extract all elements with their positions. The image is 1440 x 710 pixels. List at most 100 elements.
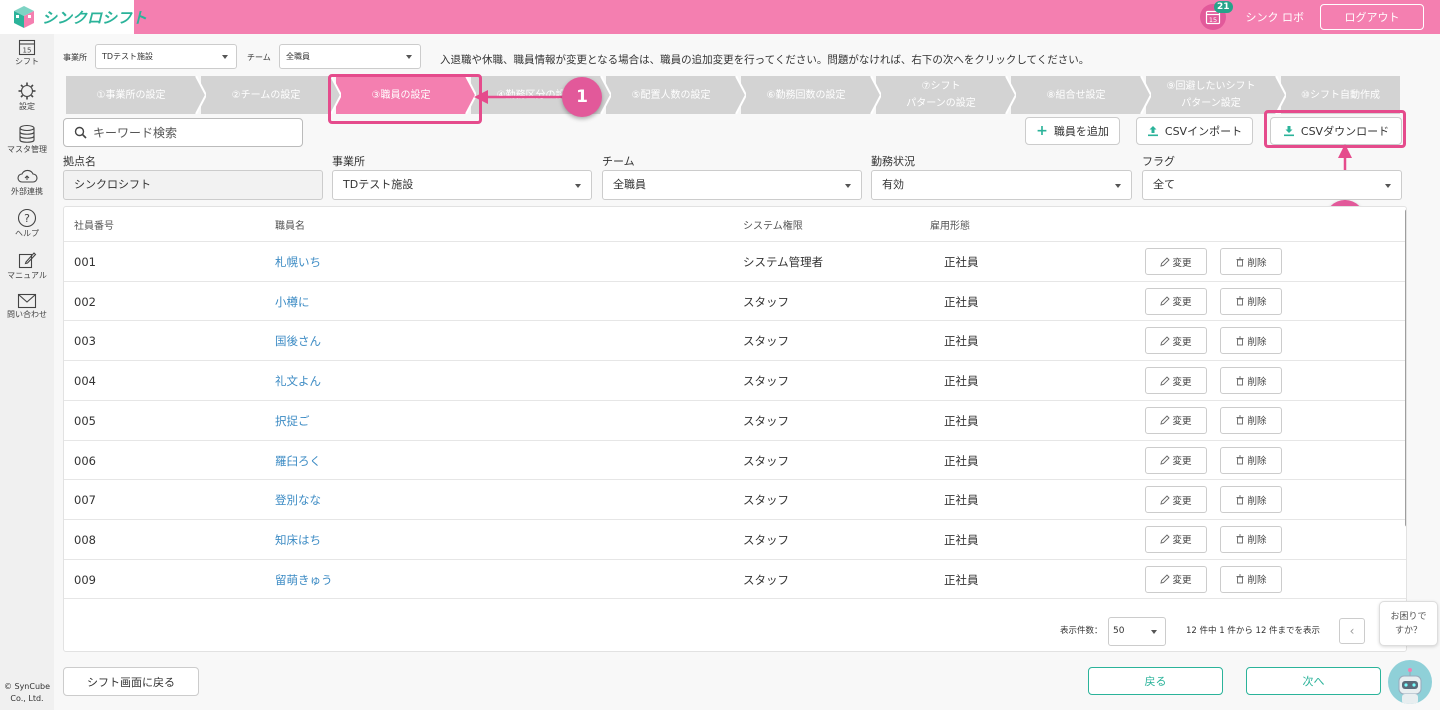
staff-name-link[interactable]: 札幌いち bbox=[275, 242, 321, 282]
step-avoid-pattern[interactable]: ⑨回避したいシフト パターン設定 bbox=[1146, 76, 1276, 114]
edit-label: 変更 bbox=[1172, 336, 1192, 348]
pencil-icon bbox=[1160, 375, 1171, 386]
edit-button[interactable]: 変更 bbox=[1145, 248, 1207, 275]
staff-id: 008 bbox=[74, 532, 96, 547]
status-filter-select[interactable]: 有効 bbox=[871, 170, 1132, 200]
step-team[interactable]: ②チームの設定 bbox=[201, 76, 331, 114]
delete-button[interactable]: 削除 bbox=[1220, 525, 1282, 553]
step-label: ⑤配置人数の設定 bbox=[631, 89, 711, 101]
staff-name-link[interactable]: 国後さん bbox=[275, 321, 321, 361]
sidebar-item-settings[interactable]: 設定 bbox=[0, 81, 54, 112]
staff-name-link[interactable]: 登別なな bbox=[275, 480, 321, 520]
delete-button[interactable]: 削除 bbox=[1220, 565, 1282, 593]
staff-employment-type: 正社員 bbox=[944, 572, 979, 587]
delete-button[interactable]: 削除 bbox=[1220, 406, 1282, 434]
sidebar-item-help[interactable]: ? ヘルプ bbox=[0, 208, 54, 239]
trash-icon bbox=[1236, 415, 1244, 425]
base-field: シンクロシフト bbox=[63, 170, 323, 200]
pager-prev-button[interactable]: ‹ bbox=[1339, 618, 1365, 644]
back-button[interactable]: 戻る bbox=[1088, 667, 1223, 695]
delete-button[interactable]: 削除 bbox=[1220, 248, 1282, 275]
delete-button[interactable]: 削除 bbox=[1220, 446, 1282, 474]
edit-button[interactable]: 変更 bbox=[1145, 367, 1207, 395]
staff-name-link[interactable]: 知床はち bbox=[275, 520, 321, 560]
sidebar-item-label: 問い合わせ bbox=[7, 310, 47, 319]
staff-name-link[interactable]: 小樽に bbox=[275, 282, 310, 322]
add-staff-button[interactable]: + 職員を追加 bbox=[1025, 117, 1120, 145]
staff-role: スタッフ bbox=[743, 453, 789, 468]
trash-icon bbox=[1236, 455, 1244, 465]
staff-role: スタッフ bbox=[743, 294, 789, 309]
edit-button[interactable]: 変更 bbox=[1145, 565, 1207, 593]
office-select[interactable]: TDテスト施設 bbox=[95, 44, 237, 69]
help-bubble[interactable]: お困りで すか？ bbox=[1379, 601, 1438, 646]
table-scrollbar[interactable] bbox=[1405, 209, 1406, 527]
sidebar-item-master[interactable]: マスタ管理 bbox=[0, 124, 54, 155]
team-select-value: 全職員 bbox=[286, 52, 310, 61]
step-label: ⑦シフト bbox=[921, 81, 961, 92]
column-header: 社員番号 bbox=[74, 221, 114, 232]
office-filter-select[interactable]: TDテスト施設 bbox=[332, 170, 592, 200]
help-robot-avatar[interactable] bbox=[1388, 660, 1432, 704]
delete-button[interactable]: 削除 bbox=[1220, 287, 1282, 315]
pencil-icon bbox=[1160, 415, 1171, 425]
edit-button[interactable]: 変更 bbox=[1145, 287, 1207, 315]
step-separator-icon bbox=[869, 76, 881, 114]
svg-text:?: ? bbox=[24, 212, 30, 225]
flag-filter-select[interactable]: 全て bbox=[1142, 170, 1402, 200]
csv-import-button[interactable]: CSVインポート bbox=[1136, 117, 1253, 145]
logout-button[interactable]: ログアウト bbox=[1320, 4, 1424, 30]
trash-icon bbox=[1236, 574, 1244, 584]
step-combination[interactable]: ⑧組合せ設定 bbox=[1011, 76, 1141, 114]
column-header: システム権限 bbox=[743, 221, 803, 232]
step-work-count[interactable]: ⑥勤務回数の設定 bbox=[741, 76, 871, 114]
edit-button[interactable]: 変更 bbox=[1145, 486, 1207, 514]
column-header: 職員名 bbox=[275, 221, 305, 232]
edit-button[interactable]: 変更 bbox=[1145, 406, 1207, 434]
edit-button[interactable]: 変更 bbox=[1145, 446, 1207, 474]
staff-name-link[interactable]: 留萌きゅう bbox=[275, 560, 333, 600]
sidebar-item-manual[interactable]: マニュアル bbox=[0, 250, 54, 281]
sidebar-item-contact[interactable]: 問い合わせ bbox=[0, 293, 54, 320]
search-box[interactable] bbox=[63, 118, 303, 147]
sidebar-item-integration[interactable]: 外部連携 bbox=[0, 168, 54, 197]
staff-id: 001 bbox=[74, 255, 96, 269]
team-filter-select[interactable]: 全職員 bbox=[602, 170, 862, 200]
table-row: 004 礼文よん スタッフ 正社員 変更 削除 bbox=[64, 360, 1406, 401]
per-page-select[interactable]: 50 bbox=[1108, 617, 1166, 646]
team-select[interactable]: 全職員 bbox=[279, 44, 421, 69]
delete-button[interactable]: 削除 bbox=[1220, 486, 1282, 514]
office-filter-value: TDテスト施設 bbox=[343, 178, 414, 191]
staff-employment-type: 正社員 bbox=[944, 493, 979, 508]
step-office[interactable]: ①事業所の設定 bbox=[66, 76, 196, 114]
pencil-icon bbox=[1160, 296, 1171, 306]
edit-button[interactable]: 変更 bbox=[1145, 525, 1207, 553]
cloud-icon bbox=[17, 169, 38, 183]
per-page-label: 表示件数： bbox=[1060, 626, 1103, 636]
chevron-left-icon: ‹ bbox=[1349, 624, 1355, 638]
staff-role: スタッフ bbox=[743, 413, 789, 428]
notification-button[interactable]: 15 21 bbox=[1199, 1, 1233, 30]
step-shift-pattern[interactable]: ⑦シフト パターンの設定 bbox=[876, 76, 1006, 114]
next-button[interactable]: 次へ bbox=[1246, 667, 1381, 695]
staff-name-link[interactable]: 択捉ご bbox=[275, 401, 310, 441]
staff-name-link[interactable]: 羅臼ろく bbox=[275, 441, 321, 481]
search-input[interactable] bbox=[93, 125, 283, 140]
sidebar-item-label: シフト bbox=[15, 57, 39, 66]
help-bubble-text: お困りで bbox=[1390, 612, 1427, 622]
logo[interactable]: シンクロシフト bbox=[0, 0, 147, 34]
delete-button[interactable]: 削除 bbox=[1220, 367, 1282, 395]
callout-arrow-icon bbox=[474, 90, 564, 104]
sidebar-item-shift[interactable]: 15 シフト bbox=[0, 38, 54, 67]
step-wizard: ①事業所の設定 ②チームの設定 ③職員の設定 ④勤務区分の設定 ⑤配置人数の設定… bbox=[66, 76, 1400, 114]
staff-name-link[interactable]: 礼文よん bbox=[275, 361, 321, 401]
delete-label: 削除 bbox=[1247, 336, 1267, 348]
step-auto-create[interactable]: ⑩シフト自動作成 bbox=[1281, 76, 1400, 114]
delete-button[interactable]: 削除 bbox=[1220, 327, 1282, 355]
trash-icon bbox=[1236, 296, 1244, 306]
step-placement[interactable]: ⑤配置人数の設定 bbox=[606, 76, 736, 114]
back-to-shift-button[interactable]: シフト画面に戻る bbox=[63, 667, 199, 696]
edit-button[interactable]: 変更 bbox=[1145, 327, 1207, 355]
app-header: シンクロシフト 15 21 シンク ロボ ログアウト bbox=[0, 0, 1440, 34]
delete-label: 削除 bbox=[1247, 535, 1267, 547]
